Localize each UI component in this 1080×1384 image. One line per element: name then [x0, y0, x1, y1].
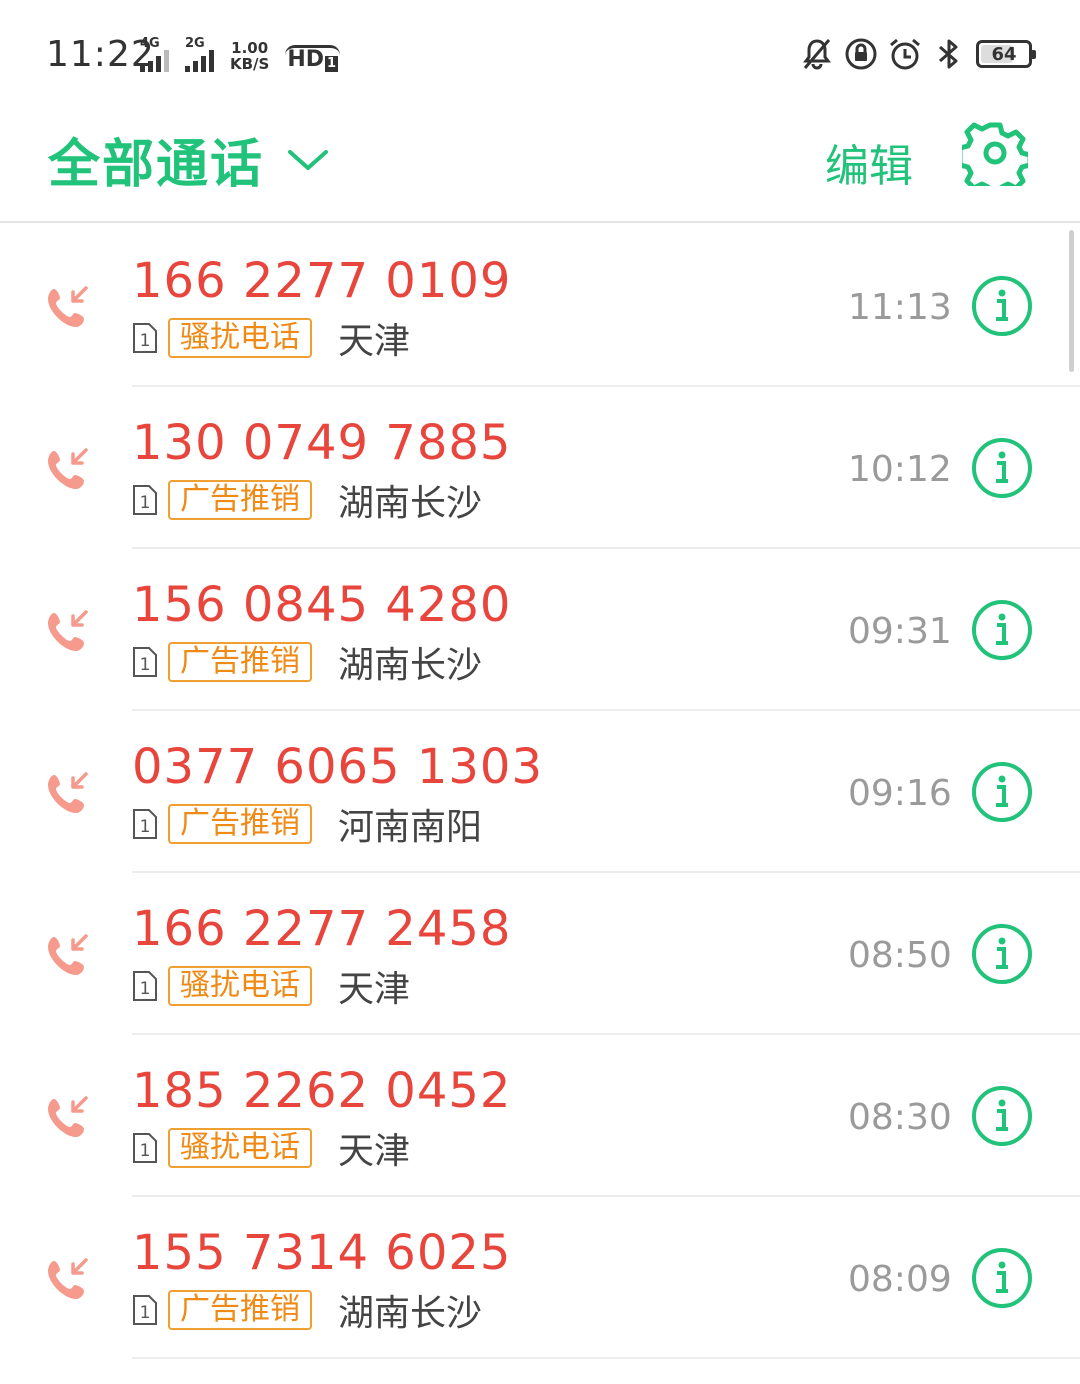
call-row[interactable]: 185 2262 0452 1 骚扰电话 天津 08:30	[0, 1035, 1080, 1197]
phone-number: 0377 6065 1303	[132, 739, 543, 795]
call-tag-badge: 骚扰电话	[168, 1128, 312, 1168]
rotation-lock-icon	[845, 38, 877, 70]
sim-number: 1	[140, 817, 151, 837]
phone-number: 130 0749 7885	[132, 415, 512, 471]
alarm-icon	[890, 38, 920, 70]
call-row[interactable]: 0377 6065 1303 1 广告推销 河南南阳 09:16	[0, 711, 1080, 873]
edit-button[interactable]: 编辑	[825, 130, 913, 194]
call-row[interactable]: 166 2277 2458 1 骚扰电话 天津 08:50	[0, 873, 1080, 1035]
sim-card-icon: 1	[133, 485, 157, 515]
hd-sub-label: 1	[325, 56, 339, 72]
call-row[interactable]: 156 0845 4280 1 广告推销 湖南长沙 09:31	[0, 549, 1080, 711]
call-row[interactable]: 155 7314 6025 1 广告推销 湖南长沙 08:09	[0, 1197, 1080, 1359]
hd-voice-icon: HD 1	[285, 45, 341, 72]
phone-number: 156 0845 4280	[132, 577, 512, 633]
call-tag-badge: 骚扰电话	[168, 966, 312, 1006]
call-meta: 1 骚扰电话 天津	[132, 965, 410, 1010]
phone-number: 185 2262 0452	[132, 1063, 512, 1119]
call-meta: 1 广告推销 湖南长沙	[132, 641, 482, 686]
call-row[interactable]: 130 0749 7885 1 广告推销 湖南长沙 10:12	[0, 387, 1080, 549]
bluetooth-icon	[939, 39, 958, 69]
row-divider	[132, 1357, 1080, 1359]
call-meta: 1 骚扰电话 天津	[132, 317, 410, 362]
info-icon[interactable]	[971, 923, 1033, 985]
battery-icon: 64	[976, 40, 1036, 68]
sim-number: 1	[140, 493, 151, 513]
incoming-call-icon	[48, 610, 88, 651]
call-meta: 1 骚扰电话 天津	[132, 1127, 410, 1172]
sim-card-icon: 1	[133, 1295, 157, 1325]
sim-number: 1	[140, 331, 151, 351]
call-tag-badge: 广告推销	[168, 480, 312, 520]
sim-card-icon: 1	[133, 971, 157, 1001]
call-tag-badge: 广告推销	[168, 804, 312, 844]
call-location: 天津	[338, 1131, 411, 1172]
incoming-call-icon	[48, 1258, 88, 1299]
status-right-icons: 64	[800, 36, 1036, 72]
call-list: 166 2277 0109 1 骚扰电话 天津 11:13 130 0749 7…	[0, 225, 1080, 1359]
incoming-call-icon	[48, 286, 88, 327]
info-icon[interactable]	[971, 599, 1033, 661]
call-time: 09:16	[848, 773, 952, 814]
hd-label: HD	[287, 47, 325, 72]
incoming-call-icon	[48, 934, 88, 975]
info-icon[interactable]	[971, 275, 1033, 337]
incoming-call-icon	[48, 772, 88, 813]
chevron-down-icon	[288, 149, 329, 170]
call-meta: 1 广告推销 湖南长沙	[132, 479, 482, 524]
call-location: 湖南长沙	[338, 645, 483, 686]
sim2-signal-icon: 2G	[185, 37, 214, 72]
call-time: 10:12	[848, 449, 952, 490]
incoming-call-icon	[48, 448, 88, 489]
phone-number: 166 2277 2458	[132, 901, 512, 957]
mute-icon	[803, 39, 831, 70]
sim1-signal-icon: 4G	[140, 37, 169, 72]
sim-card-icon: 1	[133, 809, 157, 839]
call-meta: 1 广告推销 河南南阳	[132, 803, 482, 848]
sim-card-icon: 1	[133, 647, 157, 677]
phone-number: 155 7314 6025	[132, 1225, 512, 1281]
status-bar: 11:22 4G 2G 1.00 KB/S HD 1 64	[0, 0, 1080, 100]
status-left-icons: 4G 2G 1.00 KB/S HD 1	[140, 36, 341, 72]
call-time: 08:50	[848, 935, 952, 976]
call-time: 09:31	[848, 611, 952, 652]
gear-icon[interactable]	[962, 120, 1028, 186]
info-icon[interactable]	[971, 1085, 1033, 1147]
info-icon[interactable]	[971, 761, 1033, 823]
speed-unit: KB/S	[230, 55, 270, 73]
sim-number: 1	[140, 1303, 151, 1323]
info-icon[interactable]	[971, 1247, 1033, 1309]
call-tag-badge: 广告推销	[168, 1290, 312, 1330]
info-icon[interactable]	[971, 437, 1033, 499]
speed-value: 1.00	[231, 39, 269, 57]
call-meta: 1 广告推销 湖南长沙	[132, 1289, 482, 1334]
sim-number: 1	[140, 1141, 151, 1161]
call-row[interactable]: 166 2277 0109 1 骚扰电话 天津 11:13	[0, 225, 1080, 387]
call-location: 湖南长沙	[338, 1293, 483, 1334]
status-time: 11:22	[46, 34, 155, 75]
phone-number: 166 2277 0109	[132, 253, 512, 309]
call-time: 08:30	[848, 1097, 952, 1138]
call-location: 天津	[338, 969, 411, 1010]
sim-number: 1	[140, 655, 151, 675]
call-time: 11:13	[848, 287, 952, 328]
sim1-network-label: 4G	[140, 36, 160, 51]
call-time: 08:09	[848, 1259, 952, 1300]
sim-card-icon: 1	[133, 1133, 157, 1163]
call-tag-badge: 广告推销	[168, 642, 312, 682]
call-location: 湖南长沙	[338, 483, 483, 524]
network-speed: 1.00 KB/S	[230, 40, 269, 72]
sim2-network-label: 2G	[185, 36, 205, 51]
battery-level: 64	[991, 43, 1017, 65]
call-location: 天津	[338, 321, 411, 362]
scrollbar[interactable]	[1069, 230, 1074, 372]
call-location: 河南南阳	[338, 807, 483, 848]
sim-card-icon: 1	[133, 323, 157, 353]
call-log-header: 全部通话 编辑	[0, 100, 1080, 223]
incoming-call-icon	[48, 1096, 88, 1137]
page-title: 全部通话	[48, 135, 265, 195]
call-tag-badge: 骚扰电话	[168, 318, 312, 358]
sim-number: 1	[140, 979, 151, 999]
filter-dropdown[interactable]: 全部通话	[48, 122, 330, 197]
